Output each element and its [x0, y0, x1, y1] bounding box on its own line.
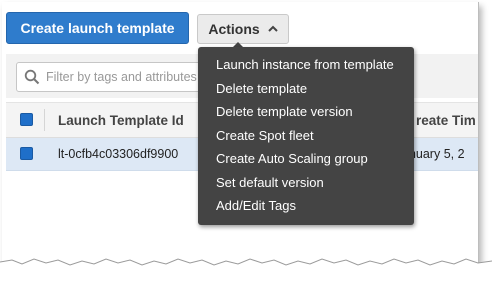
chevron-up-icon — [267, 25, 278, 32]
create-launch-template-button[interactable]: Create launch template — [6, 12, 189, 44]
actions-button[interactable]: Actions — [197, 14, 289, 44]
menu-item-delete-template-version[interactable]: Delete template version — [216, 104, 353, 119]
torn-edge — [0, 258, 492, 284]
actions-menu: Launch instance from template Delete tem… — [198, 47, 414, 225]
actions-label: Actions — [208, 21, 260, 37]
menu-item-create-auto-scaling-group[interactable]: Create Auto Scaling group — [216, 151, 368, 166]
header-launch-template-id[interactable]: Launch Template Id — [58, 113, 184, 128]
menu-item-delete-template[interactable]: Delete template — [216, 81, 307, 96]
launch-template-id: lt-0cfb4c03306df9900 — [58, 147, 179, 161]
search-icon — [24, 69, 40, 85]
menu-item-set-default-version[interactable]: Set default version — [216, 175, 324, 190]
filter-search[interactable] — [16, 62, 206, 92]
menu-item-launch-instance[interactable]: Launch instance from template — [216, 57, 394, 72]
header-create-time[interactable]: reate Tim — [416, 113, 476, 128]
select-all-checkbox[interactable] — [20, 113, 33, 126]
filter-input[interactable] — [46, 70, 204, 84]
column-divider — [44, 109, 45, 131]
row-checkbox[interactable] — [20, 147, 33, 160]
menu-item-create-spot-fleet[interactable]: Create Spot fleet — [216, 128, 314, 143]
menu-item-add-edit-tags[interactable]: Add/Edit Tags — [216, 198, 296, 213]
